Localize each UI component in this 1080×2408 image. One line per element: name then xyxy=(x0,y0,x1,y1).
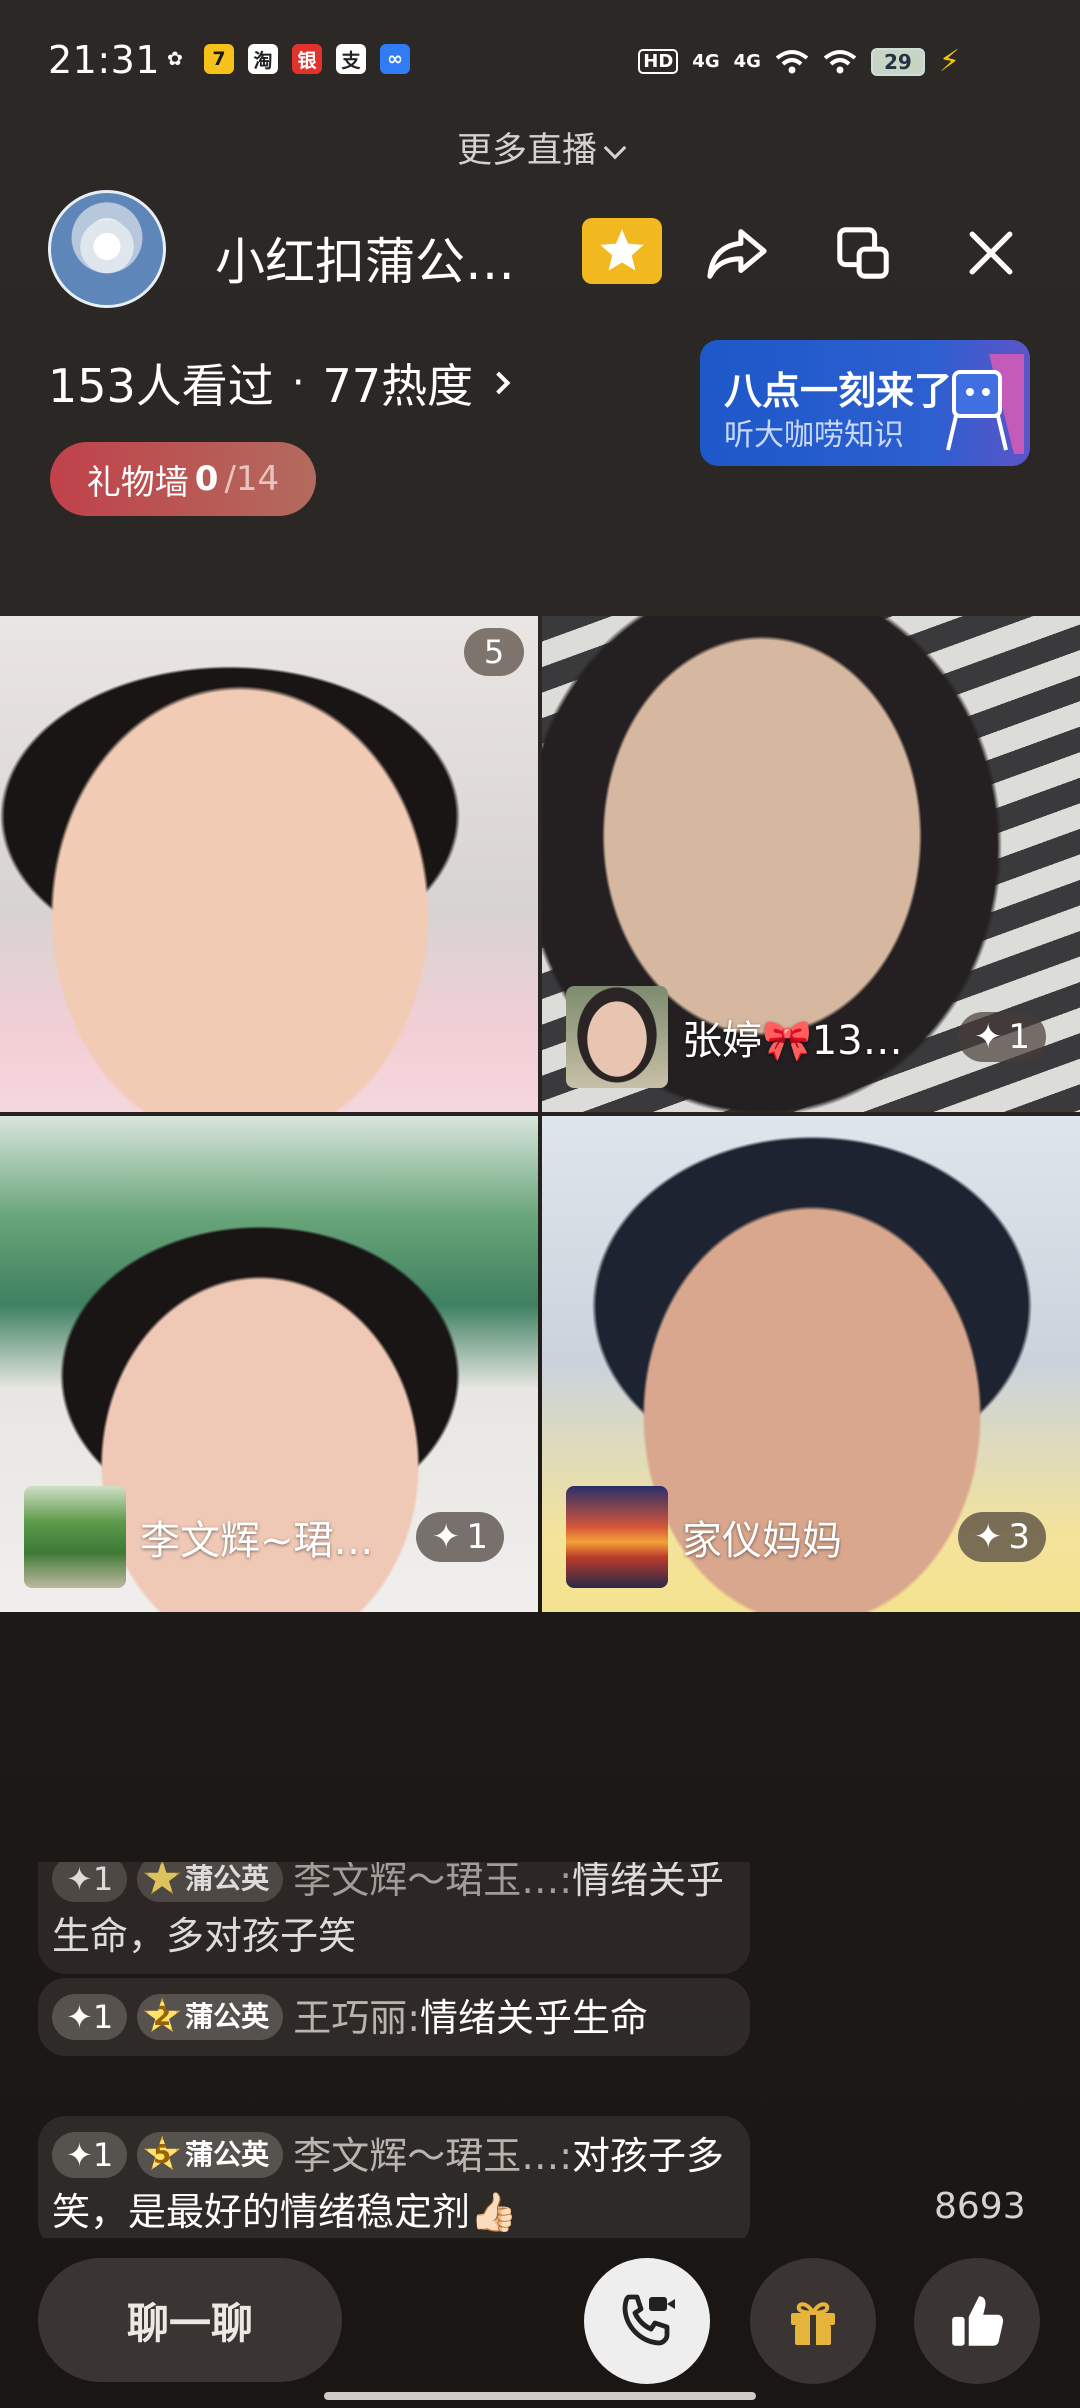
gift-icon xyxy=(791,2302,835,2345)
host-avatar[interactable] xyxy=(48,190,166,308)
taobao-icon: 淘 xyxy=(248,44,278,74)
star-icon xyxy=(600,229,644,271)
chevron-right-icon xyxy=(487,371,511,395)
chat-input-button[interactable]: 聊一聊 xyxy=(38,2258,342,2382)
guest-badge: ✦ 3 xyxy=(957,1512,1046,1562)
app-blue-icon: ∞ xyxy=(380,44,410,74)
tile-user-info: 家仪妈妈 ✦ 3 xyxy=(566,1486,1056,1588)
picture-in-picture-icon xyxy=(837,227,889,279)
app-7-icon: 7 xyxy=(204,44,234,74)
fans-club-label: 蒲公英 xyxy=(185,1862,270,1895)
chat-message: ✦ 1 2 蒲公英 王巧丽:情绪关乎生命 xyxy=(38,1978,750,2056)
guest-badge-count: 1 xyxy=(1008,1017,1030,1057)
views-count: 153人看过 xyxy=(48,359,274,413)
sparkle-icon: ✦ xyxy=(973,1017,1003,1057)
chat-username[interactable]: 李文辉～珺玉…: xyxy=(293,2134,572,2178)
chat-message: ✦ 1 蒲公英 李文辉～珺玉…:情绪关乎生命，多对孩子笑 xyxy=(38,1862,750,1974)
like-button[interactable] xyxy=(914,2258,1040,2384)
chat-badge-count: 1 xyxy=(92,1997,114,2036)
chat-username[interactable]: 李文辉～珺玉…: xyxy=(293,1862,572,1902)
fans-club-badge: 5 蒲公英 xyxy=(137,2131,284,2178)
video-tile-host[interactable]: 5 xyxy=(0,616,538,1112)
fans-club-badge: 蒲公英 xyxy=(137,1862,284,1902)
gift-wall-button[interactable]: 礼物墙 0/14 xyxy=(50,442,316,516)
promo-title: 八点一刻来了 xyxy=(724,369,953,413)
video-tile-guest[interactable]: 李文辉~珺… ✦ 1 xyxy=(0,1116,538,1612)
hd-icon: HD xyxy=(638,49,679,74)
thumbs-up-icon xyxy=(952,2296,1004,2346)
sparkle-icon: ✦ xyxy=(431,1517,461,1557)
video-call-button[interactable] xyxy=(584,2258,710,2384)
chat-badge: ✦ 1 xyxy=(52,1993,128,2040)
chat-username[interactable]: 王巧丽: xyxy=(293,1996,420,2040)
promo-subtitle: 听大咖唠知识 xyxy=(724,418,904,453)
share-button[interactable] xyxy=(698,214,776,292)
guest-name: 张婷🎀13… xyxy=(682,1018,903,1064)
like-count: 8693 xyxy=(934,2186,1026,2227)
close-icon xyxy=(969,231,1013,275)
signal-icon: 4G xyxy=(733,51,761,72)
charging-icon: ⚡ xyxy=(938,44,960,79)
gift-wall-label: 礼物墙 xyxy=(86,462,189,503)
bank-icon: 银 xyxy=(292,44,322,74)
signal-icon: 4G xyxy=(692,51,720,72)
chat-badge-count: 1 xyxy=(92,2135,114,2174)
guest-avatar[interactable] xyxy=(566,1486,668,1588)
chat-text: 情绪关乎生命 xyxy=(420,1996,649,2040)
fans-club-label: 蒲公英 xyxy=(185,2137,270,2171)
close-button[interactable] xyxy=(952,214,1030,292)
video-tile-guest[interactable]: 家仪妈妈 ✦ 3 xyxy=(542,1116,1080,1612)
guest-badge: ✦ 1 xyxy=(957,1012,1046,1062)
guest-badge-count: 3 xyxy=(1008,1517,1030,1557)
home-indicator[interactable] xyxy=(324,2392,756,2400)
promo-decoration-icon xyxy=(946,354,1024,454)
host-name[interactable]: 小红扣蒲公英情绪心理 xyxy=(215,222,545,294)
wechat-icon: ✿ xyxy=(167,48,183,70)
guest-name: 家仪妈妈 xyxy=(682,1518,842,1564)
more-live-button[interactable]: 更多直播 xyxy=(0,122,1080,173)
follow-star-button[interactable] xyxy=(582,218,662,284)
fans-club-label: 蒲公英 xyxy=(185,1999,270,2033)
chevron-down-icon xyxy=(603,136,627,160)
tile-user-info: 李文辉~珺… ✦ 1 xyxy=(24,1486,514,1588)
stats-row[interactable]: 153人看过 · 77热度 xyxy=(48,350,511,416)
chat-list[interactable]: ✦ 1 蒲公英 李文辉～珺玉…:情绪关乎生命，多对孩子笑 ✦ 1 2 蒲公英 王巧丽:情绪… xyxy=(38,1862,750,2238)
wifi-icon xyxy=(775,49,809,73)
status-indicators: HD 4G 4G 29 ⚡ xyxy=(638,44,960,79)
sparkle-icon: ✦ xyxy=(973,1517,1003,1557)
guest-badge-count: 1 xyxy=(466,1517,488,1557)
guest-badge: ✦ 1 xyxy=(415,1512,504,1562)
promo-banner[interactable]: 八点一刻来了 听大咖唠知识 xyxy=(700,340,1030,466)
separator-dot: · xyxy=(291,360,305,406)
heat-count: 77热度 xyxy=(322,359,474,413)
guest-name: 李文辉~珺… xyxy=(140,1518,374,1564)
tile-user-info: 张婷🎀13… ✦ 1 xyxy=(566,986,1056,1088)
chat-message: ✦ 1 5 蒲公英 李文辉～珺玉…:对孩子多笑，是最好的情绪稳定剂👍🏻 xyxy=(38,2116,750,2238)
guest-avatar[interactable] xyxy=(566,986,668,1088)
gift-wall-total: /14 xyxy=(224,459,280,499)
level-star-icon xyxy=(143,1862,181,1895)
gift-button[interactable] xyxy=(750,2258,876,2384)
status-app-icons: ✿ 7 淘 银 支 ∞ xyxy=(160,44,410,74)
gift-wall-current: 0 xyxy=(194,459,219,499)
level-star-icon: 5 xyxy=(143,2135,181,2171)
phone-video-icon xyxy=(622,2294,675,2346)
wifi-icon xyxy=(823,49,857,73)
fans-club-badge: 2 蒲公英 xyxy=(137,1993,284,2040)
chat-badge: ✦ 1 xyxy=(52,2131,128,2178)
battery-indicator: 29 xyxy=(870,47,925,76)
chat-badge-count: 1 xyxy=(92,1862,114,1898)
video-tile-guest[interactable]: 张婷🎀13… ✦ 1 xyxy=(542,616,1080,1112)
alipay-icon: 支 xyxy=(336,44,366,74)
share-icon xyxy=(707,229,767,279)
viewer-count-badge: 5 xyxy=(464,628,524,676)
mini-window-button[interactable] xyxy=(824,214,902,292)
guest-avatar[interactable] xyxy=(24,1486,126,1588)
more-live-label: 更多直播 xyxy=(456,131,597,171)
status-time: 21:31 xyxy=(48,38,161,82)
chat-badge: ✦ 1 xyxy=(52,1862,128,1902)
level-star-icon: 2 xyxy=(143,1997,181,2033)
